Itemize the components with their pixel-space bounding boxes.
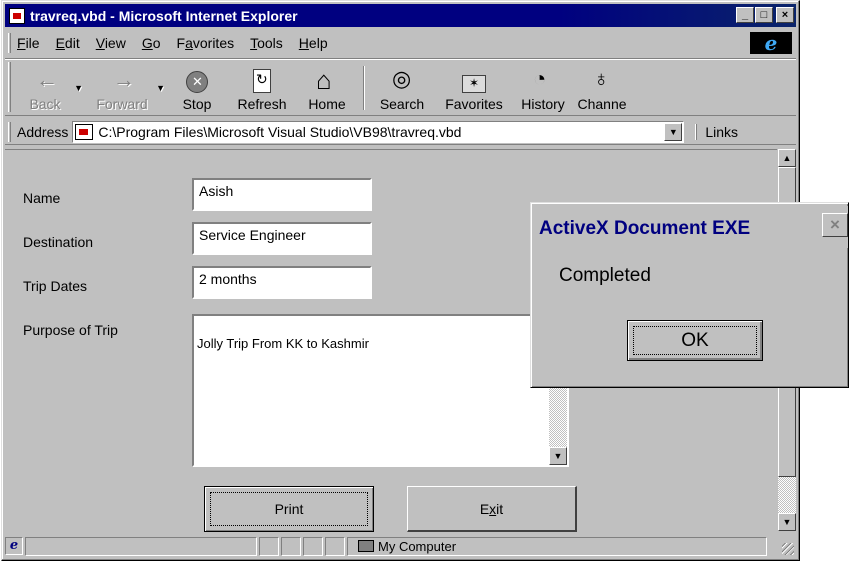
history-icon (530, 66, 556, 93)
ok-button[interactable]: OK (627, 320, 763, 361)
dialog-title[interactable]: ActiveX Document EXE (534, 206, 848, 248)
channels-button[interactable]: Channe (571, 61, 633, 115)
menu-help[interactable]: Help (299, 35, 328, 51)
scroll-up-icon[interactable]: ▲ (778, 149, 796, 167)
title-bar[interactable]: travreq.vbd - Microsoft Internet Explore… (5, 4, 796, 27)
search-button[interactable]: Search (371, 61, 433, 115)
window-icon[interactable] (9, 7, 25, 24)
menu-grip[interactable] (8, 33, 11, 53)
trip-dates-label: Trip Dates (23, 278, 88, 294)
security-zone-label: My Computer (378, 538, 457, 554)
forward-arrow-icon (109, 67, 135, 93)
status-pane (259, 536, 279, 556)
forward-button[interactable]: Forward ▼ (89, 61, 165, 115)
status-pane (281, 536, 301, 556)
document-icon (75, 123, 94, 140)
toolbar-grip[interactable] (8, 62, 11, 112)
minimize-button[interactable]: _ (736, 7, 754, 23)
purpose-textarea[interactable]: Jolly Trip From KK to Kashmir ▼ (192, 314, 569, 467)
purpose-scroll-down-icon[interactable]: ▼ (549, 447, 567, 465)
address-value: C:\Program Files\Microsoft Visual Studio… (98, 123, 462, 140)
back-arrow-icon (32, 67, 58, 93)
channels-icon (589, 66, 615, 93)
address-dropdown-icon[interactable]: ▼ (664, 122, 683, 141)
destination-label: Destination (23, 234, 94, 250)
home-icon (314, 65, 340, 96)
home-button[interactable]: Home (297, 61, 357, 115)
favorites-button[interactable]: Favorites (433, 61, 515, 115)
ie-logo-icon: e (750, 32, 792, 54)
back-dropdown-icon[interactable]: ▼ (74, 83, 83, 93)
name-field[interactable]: Asish (192, 178, 372, 211)
status-pane (303, 536, 323, 556)
standard-toolbar: Back ▼ Forward ▼ Stop Refresh Home Searc… (5, 58, 796, 116)
focus-rectangle (633, 326, 757, 355)
menu-tools[interactable]: Tools (250, 35, 283, 51)
exit-button[interactable]: Exit (407, 486, 577, 532)
refresh-button[interactable]: Refresh (227, 61, 297, 115)
stop-icon (186, 71, 208, 93)
message-dialog: ActiveX Document EXE × Completed OK (530, 202, 849, 388)
purpose-value: Jolly Trip From KK to Kashmir (197, 336, 369, 351)
address-bar: Address C:\Program Files\Microsoft Visua… (5, 119, 796, 145)
purpose-label: Purpose of Trip (23, 322, 118, 338)
address-label: Address (17, 123, 69, 140)
security-zone-pane: My Computer (347, 536, 767, 556)
links-button[interactable]: Links (696, 123, 738, 140)
maximize-button[interactable]: □ (755, 7, 773, 23)
status-bar: e My Computer (5, 535, 796, 557)
status-pane (325, 536, 345, 556)
menu-file[interactable]: File (17, 35, 40, 51)
close-button[interactable]: × (776, 7, 794, 23)
history-button[interactable]: History (515, 61, 571, 115)
caption-buttons: _ □ × (735, 7, 794, 23)
size-grip-icon[interactable] (782, 543, 794, 555)
computer-icon (358, 540, 374, 552)
stop-button[interactable]: Stop (167, 61, 227, 115)
menu-view[interactable]: View (96, 35, 126, 51)
status-ie-icon: e (5, 537, 23, 555)
back-button[interactable]: Back ▼ (17, 61, 83, 115)
destination-field[interactable]: Service Engineer (192, 222, 372, 255)
focus-rectangle (210, 492, 368, 526)
search-globe-icon (389, 66, 415, 93)
favorites-folder-icon (462, 75, 486, 93)
address-grip[interactable] (8, 121, 11, 142)
refresh-icon (253, 69, 271, 93)
menu-bar: File Edit View Go Favorites Tools Help e (5, 31, 796, 55)
dialog-close-icon[interactable]: × (822, 213, 848, 237)
menu-favorites[interactable]: Favorites (177, 35, 235, 51)
name-label: Name (23, 190, 61, 206)
dialog-message: Completed (559, 265, 651, 286)
address-input[interactable]: C:\Program Files\Microsoft Visual Studio… (72, 120, 685, 143)
menu-edit[interactable]: Edit (56, 35, 80, 51)
window-title: travreq.vbd - Microsoft Internet Explore… (30, 7, 298, 24)
menu-go[interactable]: Go (142, 35, 161, 51)
forward-dropdown-icon[interactable]: ▼ (156, 83, 165, 93)
trip-dates-field[interactable]: 2 months (192, 266, 372, 299)
print-button[interactable]: Print (204, 486, 374, 532)
toolbar-separator (363, 66, 365, 110)
scroll-down-icon[interactable]: ▼ (778, 513, 796, 531)
status-text-pane (25, 536, 257, 556)
